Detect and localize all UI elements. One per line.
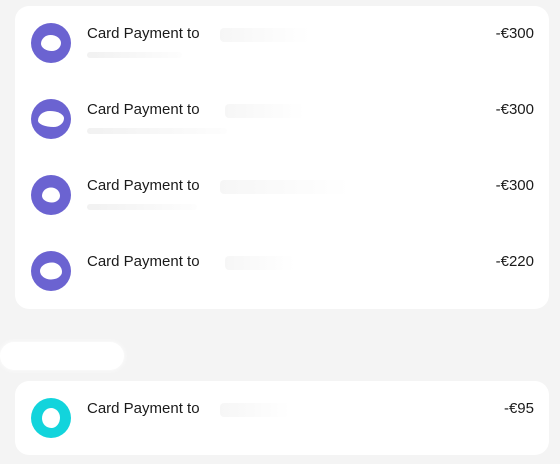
merchant-avatar-icon	[31, 398, 71, 438]
transaction-row[interactable]: Card Payment to -€95	[15, 381, 549, 455]
merchant-avatar-icon	[31, 175, 71, 215]
transaction-title: Card Payment to	[87, 253, 200, 270]
transaction-row[interactable]: Card Payment to -€300	[15, 158, 549, 234]
transaction-row[interactable]: Card Payment to -€220	[15, 234, 549, 310]
transaction-title: Card Payment to	[87, 25, 200, 42]
transaction-amount: -€95	[503, 400, 534, 417]
redacted-section-header	[0, 342, 124, 370]
transactions-card: Card Payment to -€95	[15, 381, 549, 455]
transaction-amount: -€220	[495, 253, 534, 270]
transaction-amount: -€300	[495, 177, 534, 194]
transaction-amount: -€300	[495, 101, 534, 118]
transaction-title: Card Payment to	[87, 400, 200, 417]
transaction-title: Card Payment to	[87, 177, 200, 194]
transaction-row[interactable]: Card Payment to -€300	[15, 6, 549, 82]
merchant-avatar-icon	[31, 23, 71, 63]
transaction-row[interactable]: Card Payment to -€300	[15, 82, 549, 158]
merchant-avatar-icon	[31, 99, 71, 139]
transaction-title: Card Payment to	[87, 101, 200, 118]
merchant-avatar-icon	[31, 251, 71, 291]
transactions-card: Card Payment to -€300 Card Payment to -€…	[15, 6, 549, 309]
transaction-amount: -€300	[495, 25, 534, 42]
